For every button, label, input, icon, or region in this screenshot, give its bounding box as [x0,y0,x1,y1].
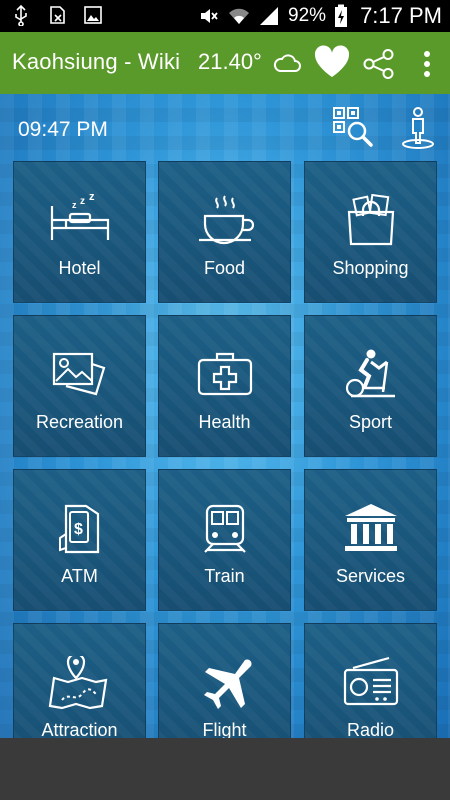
tile-label: Attraction [41,720,118,738]
first-aid-kit-icon [197,352,252,396]
person-location-icon[interactable] [400,106,436,150]
tile-label: Radio [346,720,395,738]
exercise-bike-icon [345,349,395,398]
tile-radio[interactable]: Radio [304,623,437,738]
tile-label: ATM [61,566,98,586]
favorite-heart-icon[interactable] [313,45,351,79]
battery-charging-icon [335,4,348,27]
government-building-icon [344,504,397,551]
temperature: 21.40° [198,49,262,74]
share-icon[interactable] [363,49,395,79]
usb-icon [15,4,27,26]
tile-food[interactable]: Food [158,161,291,303]
airplane-icon [203,659,252,709]
photos-icon [52,352,105,396]
tile-label: Food [203,258,246,278]
overflow-menu-icon[interactable] [423,50,431,78]
tile-services[interactable]: Services [304,469,437,611]
bed-icon: zzz [50,194,109,240]
radio-icon [343,656,398,706]
signal-icon [260,7,279,25]
gallery-icon [84,6,102,24]
tile-train[interactable]: Train [158,469,291,611]
tile-atm[interactable]: $ ATM [13,469,146,611]
tile-label: Services [335,566,406,586]
navigation-bar-area [0,738,450,800]
tile-attraction[interactable]: Attraction [13,623,146,738]
atm-machine-icon: $ [58,504,99,554]
mute-icon [201,9,218,23]
tile-shopping[interactable]: Shopping [304,161,437,303]
tile-label: Hotel [58,258,101,278]
tile-sport[interactable]: Sport [304,315,437,457]
status-time: 7:17 PM [360,3,442,28]
svg-text:z: z [72,200,77,210]
tile-hotel[interactable]: z z z Hotel [13,161,146,303]
clock: 09:47 PM [18,118,108,141]
coffee-cup-icon [198,195,254,245]
tile-label: Train [204,566,245,586]
cloud-icon [273,54,301,72]
train-icon [203,504,246,553]
battery-percent: 92% [288,5,327,26]
app-bar: Kaohsiung - Wiki 21.40° [0,32,450,94]
status-bar: 92% 7:17 PM [0,0,450,32]
tile-label: Shopping [332,258,409,278]
svg-text:z: z [80,196,85,207]
main-panel: 09:47 PM z z z Hotel Food Shopping Recreation H… [0,94,450,738]
svg-text:z: z [89,194,95,203]
tile-label: Flight [202,720,247,738]
tile-label: Sport [348,412,393,432]
qr-search-icon[interactable] [332,106,374,148]
tile-label: Recreation [35,412,124,432]
tile-recreation[interactable]: Recreation [13,315,146,457]
tile-label: Health [198,412,251,432]
tile-health[interactable]: Health [158,315,291,457]
wifi-icon [229,8,250,24]
map-pin-icon [48,656,107,710]
shopping-bag-icon [347,194,394,246]
svg-text:$: $ [74,521,83,538]
tile-flight[interactable]: Flight [158,623,291,738]
app-title: Kaohsiung - Wiki [12,49,181,74]
no-sim-icon [50,6,65,24]
